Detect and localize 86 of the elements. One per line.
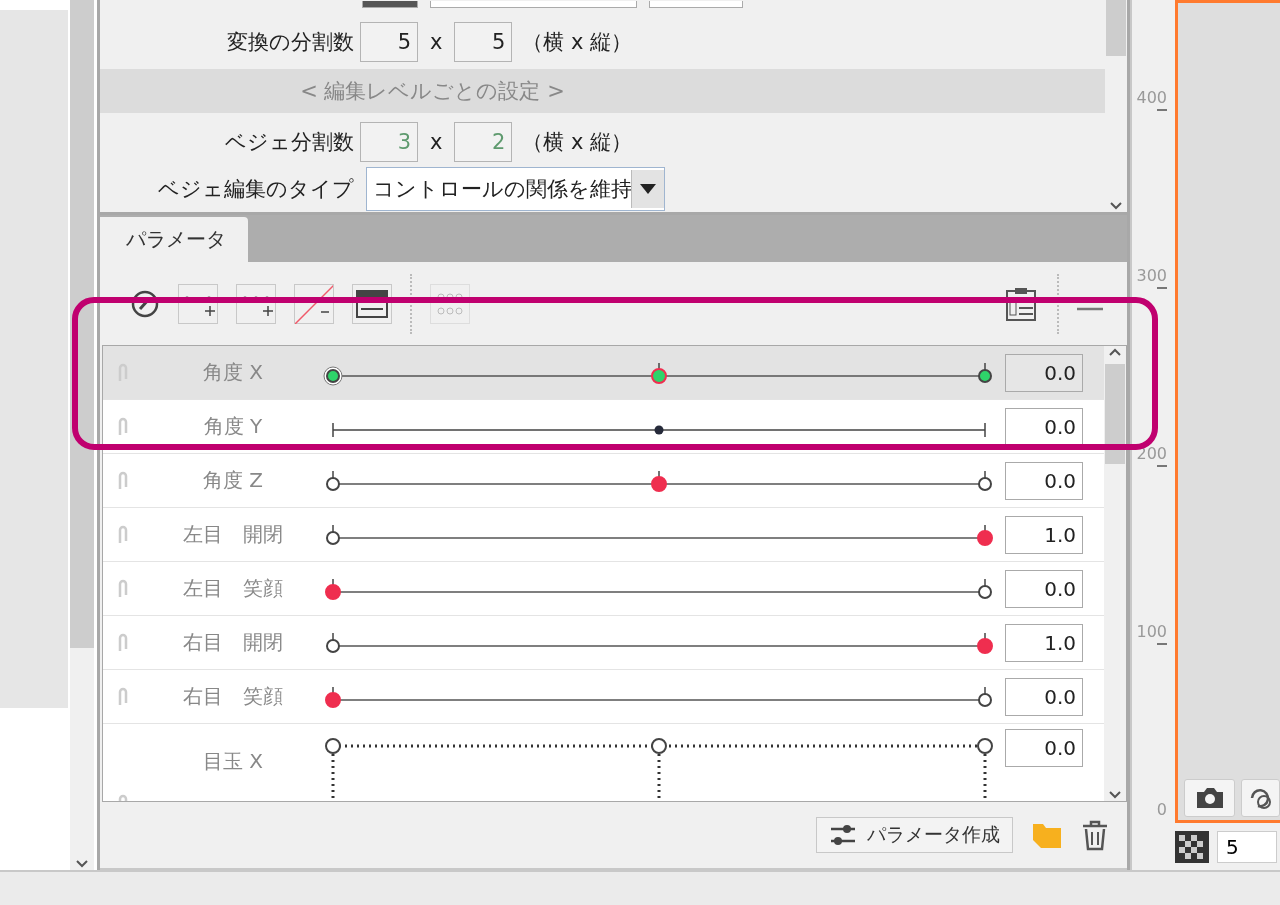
unit-label: （横 x 縦） xyxy=(522,28,633,56)
scroll-down-icon[interactable] xyxy=(1108,200,1124,212)
slider-track[interactable] xyxy=(326,469,992,492)
slider-thumb[interactable] xyxy=(654,425,664,434)
create-parameter-button[interactable]: パラメータ作成 xyxy=(816,817,1013,853)
remove-key-button[interactable] xyxy=(294,283,334,324)
number-field[interactable]: 5 xyxy=(454,21,513,62)
scrollbar-thumb[interactable] xyxy=(70,0,94,648)
ruler-label: 300 xyxy=(1136,266,1167,285)
slider-thumb[interactable] xyxy=(651,361,667,384)
slider-track[interactable] xyxy=(325,577,992,600)
value-field[interactable]: 0.0 xyxy=(1005,461,1083,500)
scroll-down-icon[interactable] xyxy=(1107,789,1123,801)
add-key-button[interactable] xyxy=(178,283,218,324)
camera-icon xyxy=(1194,786,1225,810)
keyframe-marker[interactable] xyxy=(323,366,343,385)
field-label: ベジェ編集のタイプ xyxy=(157,175,354,203)
slider-thumb[interactable] xyxy=(325,685,341,708)
panel-tab[interactable]: パラメータ xyxy=(100,217,248,262)
checker-icon[interactable] xyxy=(1175,831,1209,863)
value-field[interactable]: 0.0 xyxy=(1005,677,1083,716)
field-label: 変換の分割数 xyxy=(226,28,354,56)
parameter-name: 角度 X xyxy=(201,359,265,386)
scroll-down-icon[interactable] xyxy=(74,858,90,870)
keyframe-marker[interactable] xyxy=(325,738,341,754)
camera-button[interactable] xyxy=(1184,779,1236,817)
field-label: ベジェ分割数 xyxy=(224,128,354,156)
keyframe-marker[interactable] xyxy=(977,738,993,754)
grid-track[interactable] xyxy=(325,738,993,801)
times-sign: x xyxy=(429,29,444,54)
slider-track[interactable] xyxy=(323,361,992,385)
parameter-name: 右目 笑顔 xyxy=(182,683,284,710)
value-field[interactable]: 1.0 xyxy=(1005,623,1083,662)
number-field[interactable]: 5 xyxy=(360,21,418,62)
value-field[interactable]: 1.0 xyxy=(1005,515,1083,554)
keyframe-marker[interactable] xyxy=(978,361,992,383)
keyframe-marker[interactable] xyxy=(978,685,992,707)
clipboard-icon[interactable] xyxy=(1003,285,1039,322)
caret-down-icon[interactable] xyxy=(640,183,656,194)
remove-key-icon xyxy=(295,283,333,324)
value-field[interactable]: 0.0 xyxy=(1005,407,1083,446)
value-field[interactable]: 0.0 xyxy=(1005,569,1083,608)
type-dropdown[interactable]: コントロールの関係を維持 xyxy=(366,166,665,211)
slider-thumb[interactable] xyxy=(325,577,341,600)
parameter-name: 角度 Z xyxy=(201,467,265,494)
section-header: < 編集レベルごとの設定 > xyxy=(100,69,1105,113)
times-sign: x xyxy=(429,129,444,154)
slider-thumb[interactable] xyxy=(651,469,667,492)
parameter-name: 目玉 X xyxy=(201,748,265,775)
keyframe-marker[interactable] xyxy=(978,469,992,491)
keyframe-marker[interactable] xyxy=(326,523,340,545)
trash-icon[interactable] xyxy=(1081,819,1109,851)
add-keys-button[interactable] xyxy=(236,283,276,324)
ruler-label: 100 xyxy=(1136,622,1167,641)
grid-button[interactable] xyxy=(430,283,470,324)
scrollbar-thumb[interactable] xyxy=(1106,0,1126,56)
value-field[interactable]: 0.0 xyxy=(1005,729,1083,767)
slider-track[interactable] xyxy=(325,685,992,708)
parameter-name: 角度 Y xyxy=(202,413,264,440)
keyframe-marker[interactable] xyxy=(326,469,340,491)
panel-icon xyxy=(355,288,389,319)
parameter-name: 右目 開閉 xyxy=(182,629,284,656)
parameter-name: 左目 笑顔 xyxy=(182,575,284,602)
keyframe-marker[interactable] xyxy=(326,631,340,653)
slider-thumb[interactable] xyxy=(977,523,993,546)
sliders-icon xyxy=(829,824,857,846)
slider-track[interactable] xyxy=(326,523,993,546)
ruler-label: 400 xyxy=(1136,88,1167,107)
zoom-field[interactable]: 5 xyxy=(1217,831,1277,863)
keyframe-marker[interactable] xyxy=(651,738,667,754)
scrollbar-thumb[interactable] xyxy=(1105,364,1125,464)
input-field[interactable] xyxy=(430,1,637,8)
keyframe-marker[interactable] xyxy=(978,577,992,599)
parameter-row[interactable]: 角度 X 0.0 xyxy=(103,346,1104,400)
slider-track[interactable] xyxy=(332,421,986,438)
slider-track[interactable] xyxy=(326,631,993,654)
unit-label: （横 x 縦） xyxy=(522,128,633,156)
color-swatch[interactable] xyxy=(362,1,418,8)
edit-icon[interactable] xyxy=(130,288,160,319)
panel-button[interactable] xyxy=(352,283,392,324)
slider-thumb[interactable] xyxy=(977,631,993,654)
scroll-up-icon[interactable] xyxy=(1107,346,1123,358)
reset-button[interactable] xyxy=(1241,779,1280,817)
parameter-name: 左目 開閉 xyxy=(182,521,284,548)
value-field[interactable]: 0.0 xyxy=(1005,353,1083,392)
ruler-label: 0 xyxy=(1156,800,1167,819)
